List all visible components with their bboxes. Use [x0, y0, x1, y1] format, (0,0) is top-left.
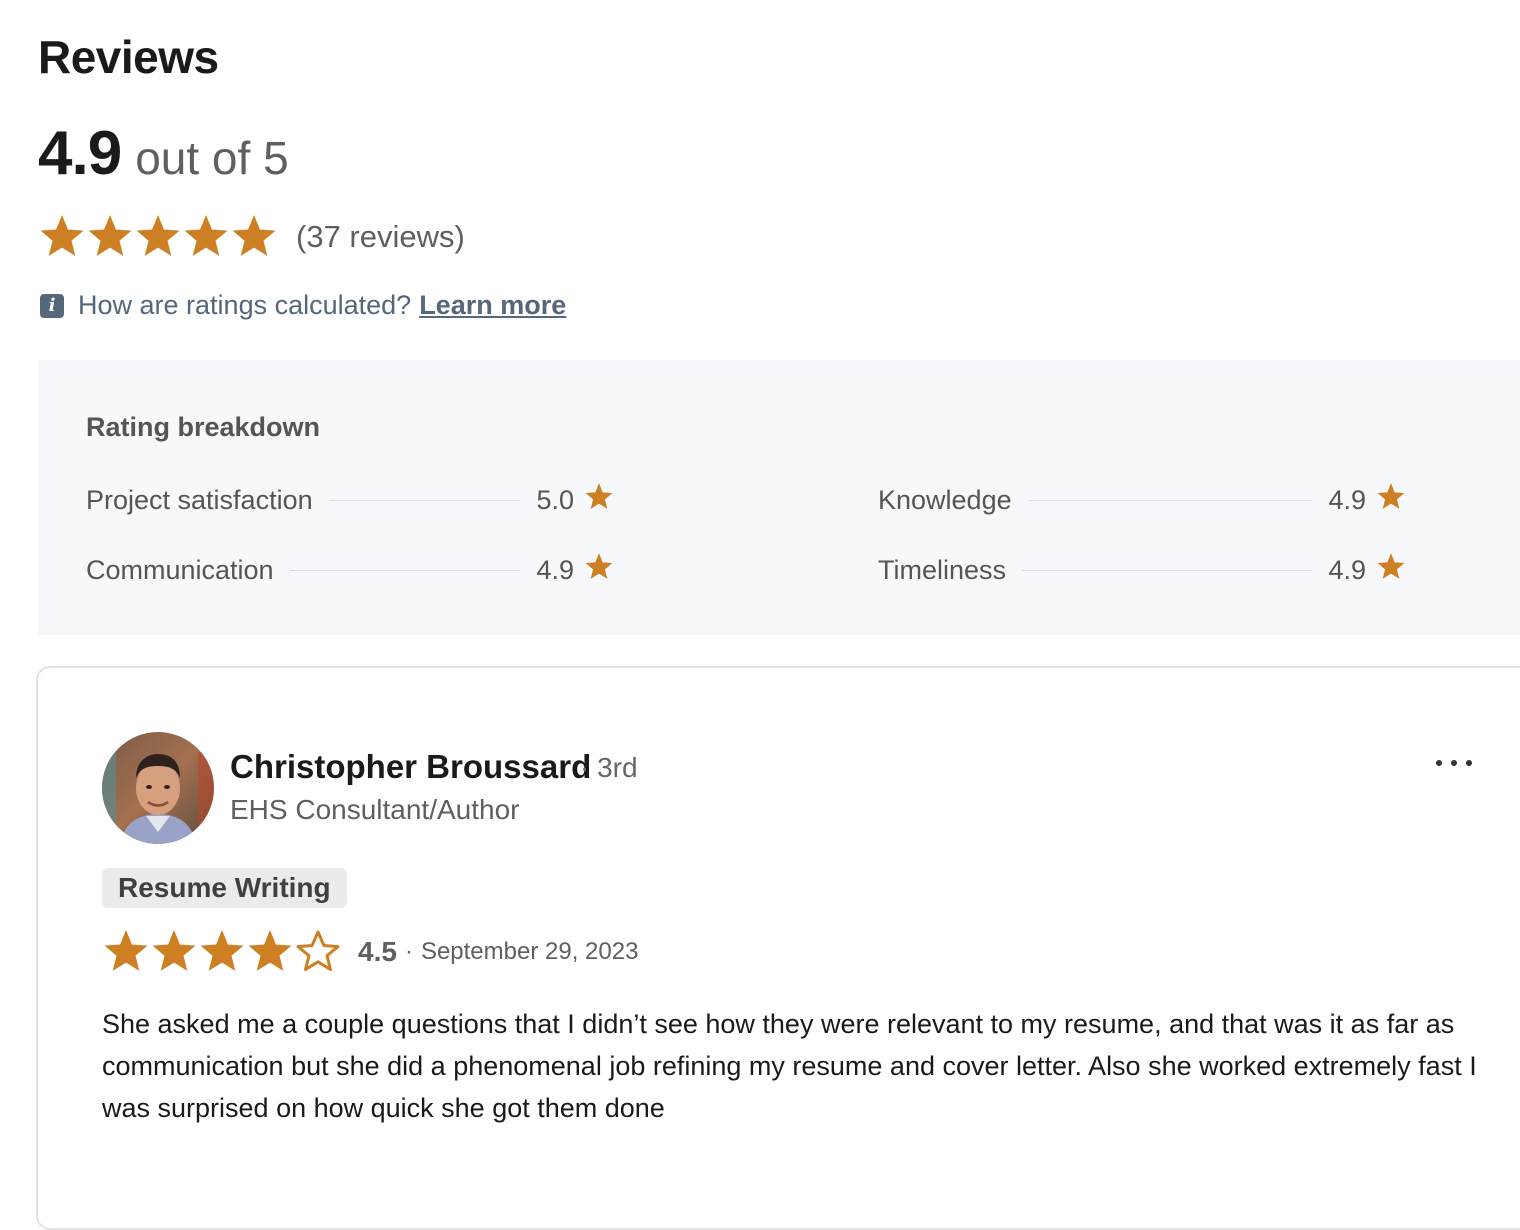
- overall-score: 4.9 out of 5: [38, 118, 289, 189]
- reviewer-headline: EHS Consultant/Author: [230, 794, 520, 825]
- review-text: She asked me a couple questions that I d…: [102, 1009, 1477, 1123]
- breakdown-divider: [289, 569, 521, 571]
- service-tag: Resume Writing: [102, 868, 347, 908]
- star-icon: [40, 215, 84, 256]
- breakdown-item-timeliness: Timeliness 4.9: [878, 550, 1406, 590]
- breakdown-divider: [328, 499, 521, 501]
- review-count: (37 reviews): [296, 219, 465, 254]
- dot: [1436, 760, 1442, 766]
- breakdown-item-knowledge: Knowledge 4.9: [878, 480, 1406, 520]
- learn-more-link[interactable]: Learn more: [419, 290, 566, 321]
- info-icon: i: [40, 293, 64, 318]
- dot: [1466, 760, 1472, 766]
- page-title: Reviews: [38, 31, 219, 83]
- dot: [1451, 760, 1457, 766]
- breakdown-label: Knowledge: [878, 484, 1012, 515]
- breakdown-label: Project satisfaction: [86, 484, 313, 515]
- star-icon: [232, 215, 276, 256]
- connection-degree: · 3rd: [580, 752, 638, 783]
- star-rating-icon: [104, 930, 340, 971]
- star-icon: [1377, 553, 1405, 579]
- star-icon: [585, 553, 613, 579]
- ratings-question: How are ratings calculated?: [78, 290, 412, 320]
- score-value: 4.9: [38, 119, 122, 188]
- star-icon: [152, 930, 196, 971]
- breakdown-item-project-satisfaction: Project satisfaction 5.0: [86, 480, 614, 520]
- star-icon: [585, 483, 613, 509]
- breakdown-value: 4.9: [536, 554, 574, 585]
- avatar[interactable]: [102, 732, 214, 844]
- review-rating-row: 4.5 · September 29, 2023: [102, 928, 638, 976]
- half-star-icon: [296, 930, 340, 971]
- more-options-icon[interactable]: [1436, 748, 1472, 778]
- review-score: 4.5: [358, 936, 397, 967]
- review-date: September 29, 2023: [420, 938, 639, 965]
- score-out-of: out of 5: [135, 132, 289, 184]
- star-icon: [184, 215, 228, 256]
- breakdown-divider: [1022, 569, 1313, 571]
- ratings-info: i How are ratings calculated? Learn more: [40, 290, 566, 321]
- rating-breakdown: Rating breakdown Project satisfaction 5.…: [38, 360, 1520, 635]
- separator: ·: [404, 938, 413, 965]
- reviewer-name[interactable]: Christopher Broussard: [230, 748, 591, 786]
- star-icon: [104, 930, 148, 971]
- breakdown-item-communication: Communication 4.9: [86, 550, 614, 590]
- star-icon: [136, 215, 180, 256]
- breakdown-value: 5.0: [536, 484, 574, 515]
- breakdown-title: Rating breakdown: [86, 412, 321, 442]
- breakdown-label: Communication: [86, 554, 274, 585]
- breakdown-label: Timeliness: [878, 554, 1007, 585]
- star-icon: [248, 930, 292, 971]
- star-icon: [1377, 483, 1405, 509]
- breakdown-value: 4.9: [1328, 554, 1366, 585]
- avatar-photo: [102, 732, 214, 844]
- star-icon: [88, 215, 132, 256]
- star-icon: [200, 930, 244, 971]
- breakdown-value: 4.9: [1328, 484, 1366, 515]
- star-rating-icon: [40, 215, 276, 256]
- breakdown-divider: [1027, 499, 1313, 501]
- overall-stars-row: (37 reviews): [38, 213, 465, 261]
